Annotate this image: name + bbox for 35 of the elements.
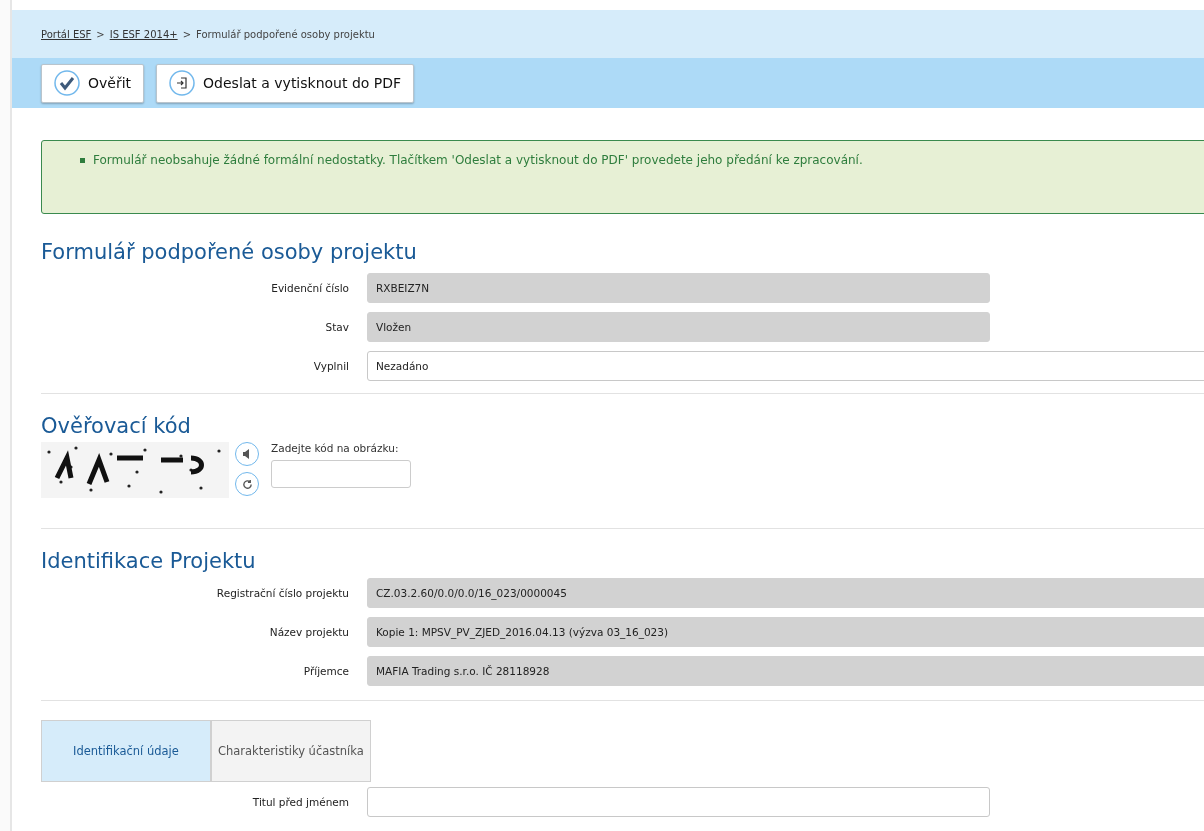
captcha-input[interactable] — [271, 460, 411, 488]
field-label: Evidenční číslo — [270, 281, 350, 294]
field-label: Příjemce — [302, 664, 350, 677]
toolbar-button[interactable]: Ověřit — [41, 63, 145, 103]
tab[interactable]: Charakteristiky účastníka — [210, 720, 371, 782]
field-label: Titul před jménem — [251, 795, 350, 808]
field-label: Stav — [324, 320, 350, 333]
readonly-field: CZ.03.2.60/0.0/0.0/16_023/0000045 — [367, 577, 1204, 608]
field-label: Vyplnil — [312, 359, 350, 372]
input-field[interactable] — [367, 786, 990, 817]
readonly-field: Vložen — [367, 311, 990, 342]
input-field[interactable]: Nezadáno — [367, 350, 1204, 381]
breadcrumb-separator: > — [182, 28, 191, 40]
readonly-field: RXBEIZ7N — [367, 272, 990, 303]
refresh-icon — [241, 478, 253, 490]
breadcrumb-link[interactable]: IS ESF 2014+ — [109, 28, 178, 40]
section-title: Ověřovací kód — [41, 414, 192, 438]
form-title: Formulář podpořené osoby projektu — [41, 240, 418, 264]
alert-message: Formulář neobsahuje žádné formální nedostatky. Tlačítkem 'Odeslat a vytisknout do PDF' provedete jeho předání ke zpracování. — [93, 153, 863, 169]
captcha-prompt: Zadejte kód na obrázku: — [271, 442, 400, 454]
field-label: Název projektu — [268, 625, 350, 638]
tab[interactable]: Identifikační údaje — [41, 720, 211, 782]
speaker-icon — [242, 449, 252, 459]
readonly-field: MAFIA Trading s.r.o. IČ 28118928 — [367, 655, 1204, 686]
breadcrumb-current: Formulář podpořené osoby projektu — [196, 28, 375, 40]
field-label: Registrační číslo projektu — [215, 586, 350, 599]
speaker-button[interactable] — [235, 442, 259, 466]
breadcrumb-separator: > — [96, 28, 105, 40]
bullet-icon — [80, 158, 85, 163]
toolbar-button[interactable]: Odeslat a vytisknout do PDF — [156, 63, 415, 103]
breadcrumb-link[interactable]: Portál ESF — [41, 28, 92, 40]
section-title: Identifikace Projektu — [41, 549, 257, 573]
check-icon — [54, 70, 80, 96]
readonly-field: Kopie 1: MPSV_PV_ZJED_2016.04.13 (výzva 03_16_023) — [367, 616, 1204, 647]
refresh-button[interactable] — [235, 472, 259, 496]
